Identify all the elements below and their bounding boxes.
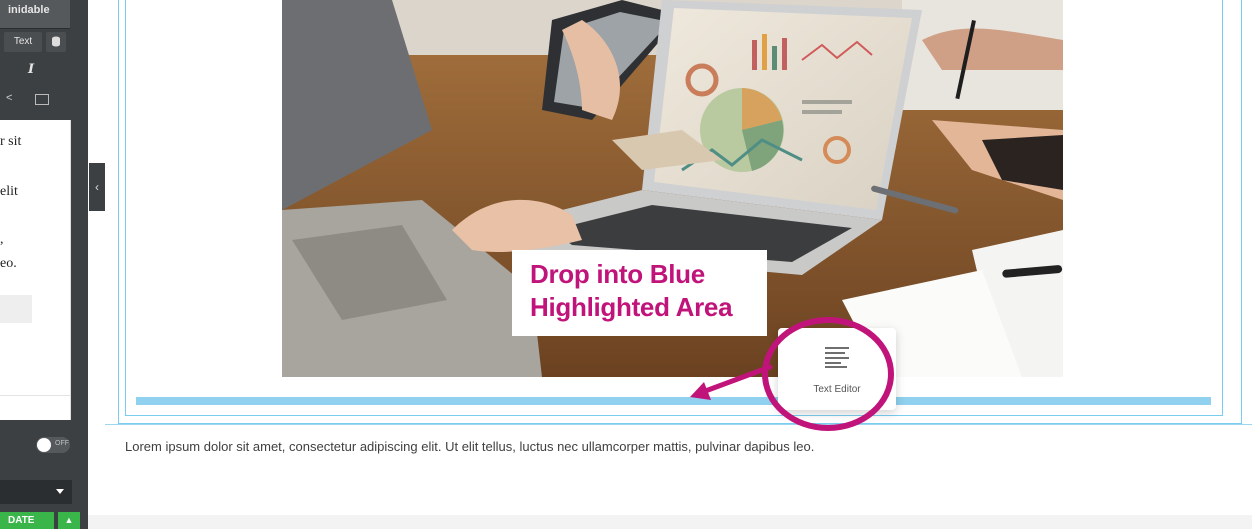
callout-line-1: Drop into Blue — [530, 259, 705, 289]
editor-screen: inidable Text I < r sit elit , eo. OFF D… — [0, 0, 1252, 529]
footer-strip — [88, 515, 1252, 529]
callout-text: Drop into Blue Highlighted Area — [530, 258, 733, 324]
text-editor-content[interactable]: Lorem ipsum dolor sit amet, consectetur … — [125, 439, 814, 454]
callout-line-2: Highlighted Area — [530, 292, 733, 322]
instruction-callout: Drop into Blue Highlighted Area — [512, 250, 767, 336]
highlight-circle — [762, 317, 894, 431]
